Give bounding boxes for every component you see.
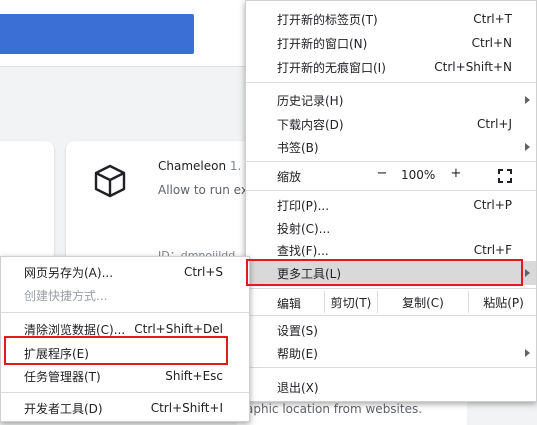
- menu-item-label: 打开新的窗口(N): [277, 36, 368, 51]
- submenu-arrow-icon: [525, 143, 530, 151]
- menu-item-shortcut: Ctrl+Shift+Del: [134, 322, 223, 336]
- submenu-item-save-page[interactable]: 网页另存为(A)... Ctrl+S: [1, 260, 249, 284]
- menu-divider: [246, 288, 536, 289]
- copy-button[interactable]: 复制(C): [377, 291, 468, 313]
- menu-item-label: 任务管理器(T): [24, 369, 101, 384]
- menu-item-label: 打开新的无痕窗口(I): [277, 60, 386, 75]
- extension-name: Chameleon 1.: [158, 159, 242, 173]
- copy-label: 复制(C): [402, 295, 444, 310]
- menu-item-shortcut: Ctrl+S: [183, 265, 223, 279]
- zoom-label: 缩放: [277, 170, 302, 184]
- menu-item-label: 打开新的标签页(T): [277, 12, 378, 27]
- menu-edit-row: 编辑 剪切(T) 复制(C) 粘贴(P): [246, 291, 536, 313]
- menu-item-shortcut: Ctrl+P: [473, 198, 512, 212]
- menu-item-label: 清除浏览数据(C)...: [24, 322, 126, 337]
- menu-item-new-tab[interactable]: 打开新的标签页(T) Ctrl+T: [246, 7, 536, 31]
- submenu-item-task-manager[interactable]: 任务管理器(T) Shift+Esc: [1, 364, 249, 388]
- menu-divider: [246, 315, 536, 316]
- submenu-item-devtools[interactable]: 开发者工具(D) Ctrl+Shift+I: [1, 396, 249, 420]
- menu-item-shortcut: Ctrl+F: [473, 243, 512, 257]
- menu-item-label: 设置(S): [277, 323, 318, 338]
- submenu-item-create-shortcut[interactable]: 创建快捷方式...: [1, 283, 249, 307]
- menu-item-label: 下载内容(D): [277, 117, 344, 132]
- menu-item-shortcut: Ctrl+Shift+N: [434, 60, 512, 74]
- cut-button[interactable]: 剪切(T): [324, 291, 377, 313]
- menu-item-shortcut: Ctrl+J: [477, 117, 512, 131]
- cube-icon: [94, 164, 126, 198]
- submenu-arrow-icon: [525, 349, 530, 357]
- menu-divider: [246, 190, 536, 191]
- menu-item-shortcut: Ctrl+T: [473, 12, 512, 26]
- paste-button[interactable]: 粘贴(P): [468, 291, 537, 313]
- menu-item-print[interactable]: 打印(P)... Ctrl+P: [246, 193, 536, 217]
- extension-description: Allow to run ex: [158, 183, 248, 197]
- menu-item-label: 创建快捷方式...: [24, 288, 108, 303]
- menu-item-label: 打印(P)...: [277, 198, 330, 213]
- menu-item-shortcut: Ctrl+Shift+I: [150, 401, 223, 415]
- menu-item-shortcut: Shift+Esc: [165, 369, 223, 383]
- edit-label: 编辑: [277, 297, 302, 311]
- menu-item-downloads[interactable]: 下载内容(D) Ctrl+J: [246, 112, 536, 136]
- menu-item-label: 书签(B): [277, 140, 319, 155]
- zoom-in-button[interactable]: +: [449, 166, 463, 181]
- extension-card: Chameleon 1. Allow to run ex ID：dmnoiild…: [66, 141, 266, 269]
- menu-item-label: 历史记录(H): [277, 93, 344, 108]
- menu-item-help[interactable]: 帮助(E): [246, 341, 536, 365]
- menu-item-settings[interactable]: 设置(S): [246, 318, 536, 342]
- menu-item-label: 网页另存为(A)...: [24, 265, 114, 280]
- header-search-bar: [0, 14, 194, 54]
- menu-item-history[interactable]: 历史记录(H): [246, 88, 536, 112]
- menu-divider: [1, 392, 249, 393]
- menu-item-exit[interactable]: 退出(X): [246, 375, 536, 399]
- zoom-level: 100%: [401, 168, 436, 182]
- menu-divider: [246, 367, 536, 368]
- annotation-highlight-extensions: [4, 336, 228, 365]
- chrome-main-menu: 打开新的标签页(T) Ctrl+T 打开新的窗口(N) Ctrl+N 打开新的无…: [245, 0, 537, 402]
- menu-item-label: 退出(X): [277, 380, 319, 395]
- menu-item-label: 投射(C)...: [277, 221, 331, 236]
- menu-divider: [246, 82, 536, 83]
- annotation-highlight-more-tools: [246, 259, 523, 286]
- menu-item-shortcut: Ctrl+N: [471, 36, 512, 50]
- menu-item-bookmarks[interactable]: 书签(B): [246, 135, 536, 159]
- cut-label: 剪切(T): [330, 295, 372, 310]
- menu-divider: [246, 161, 536, 162]
- menu-divider: [1, 312, 249, 313]
- menu-item-label: 查找(F)...: [277, 243, 329, 258]
- menu-item-new-window[interactable]: 打开新的窗口(N) Ctrl+N: [246, 31, 536, 55]
- menu-item-label: 开发者工具(D): [24, 401, 103, 416]
- menu-item-new-incognito[interactable]: 打开新的无痕窗口(I) Ctrl+Shift+N: [246, 55, 536, 79]
- page-bottom-text: aphic location from websites.: [246, 402, 423, 416]
- paste-label: 粘贴(P): [483, 295, 524, 310]
- extension-card-left: [0, 141, 54, 261]
- submenu-arrow-icon: [525, 96, 530, 104]
- fullscreen-icon[interactable]: [498, 169, 512, 183]
- menu-zoom-row: 缩放 − 100% +: [246, 165, 536, 187]
- menu-item-cast[interactable]: 投射(C)...: [246, 216, 536, 240]
- menu-item-label: 帮助(E): [277, 346, 318, 361]
- extension-version: 1.: [229, 159, 242, 173]
- submenu-arrow-icon: [525, 269, 530, 277]
- zoom-out-button[interactable]: −: [375, 166, 389, 181]
